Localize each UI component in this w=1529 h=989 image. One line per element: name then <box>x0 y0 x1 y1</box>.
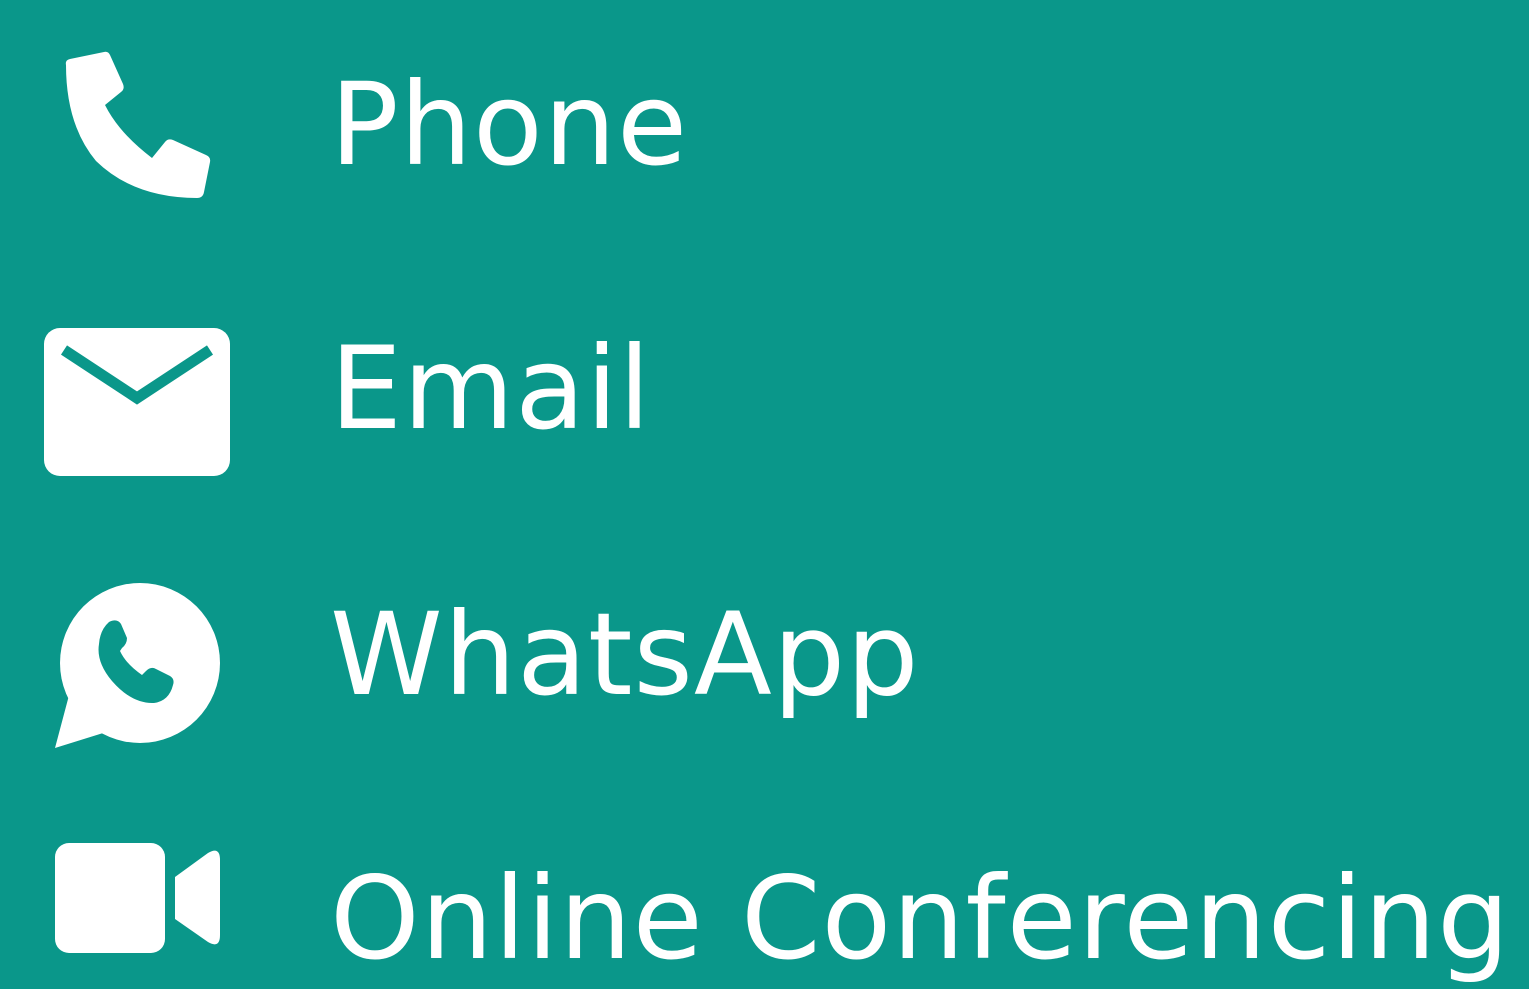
video-camera-icon <box>54 842 222 954</box>
contact-label-email: Email <box>330 322 652 455</box>
contact-label-phone: Phone <box>330 58 689 191</box>
contact-label-whatsapp: WhatsApp <box>330 588 920 721</box>
contact-label-online-conferencing: Online Conferencing <box>330 852 1511 985</box>
whatsapp-icon <box>54 582 222 749</box>
contact-methods-panel: Phone Email WhatsApp Online Conferencing <box>0 0 1529 989</box>
envelope-icon <box>44 328 230 476</box>
phone-icon <box>64 51 212 201</box>
